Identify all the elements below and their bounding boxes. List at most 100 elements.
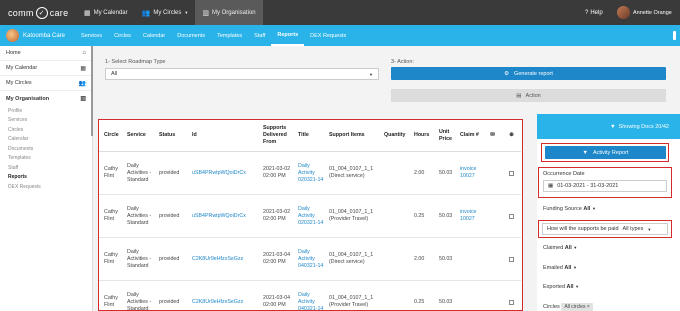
tab-reports[interactable]: Reports: [271, 25, 305, 46]
cell-id-link[interactable]: C2K8Ur9eHfzxSeGzz: [190, 238, 261, 280]
exported-label: Exported: [543, 284, 566, 290]
date-range-value: 01-03-2021 - 31-03-2021: [557, 183, 619, 189]
activity-report-button[interactable]: ▼ Activity Report: [545, 146, 666, 159]
cell-claim-link[interactable]: invoice 10027: [458, 195, 483, 237]
activity-report-label: Activity Report: [592, 149, 629, 156]
sidebar-sub-staff[interactable]: Staff: [0, 163, 92, 173]
column-header-circle[interactable]: Circle: [99, 120, 125, 151]
row-checkbox[interactable]: [509, 170, 514, 176]
claimed-filter[interactable]: Claimed All ▼: [543, 245, 577, 251]
gears-icon: ⚙: [504, 70, 510, 77]
user-name: Annette Orange: [633, 9, 672, 16]
tab-services[interactable]: Services: [75, 25, 108, 46]
sidebar-item-home[interactable]: Home ⌂: [0, 46, 92, 61]
cell-id-link[interactable]: uSB4PRwtpWQoiDrCx: [190, 152, 261, 194]
topnav-my-organisation[interactable]: ▥ My Organisation: [195, 0, 263, 25]
commcare-logo[interactable]: comm ✓ care: [8, 4, 68, 21]
cell-support-items: 01_004_0107_1_1 (Direct service): [329, 252, 374, 265]
sidebar-sub-templates[interactable]: Templates: [0, 154, 92, 164]
row-checkbox[interactable]: [509, 213, 514, 219]
top-bar: comm ✓ care ▦ My Calendar 👥 My Circles ▼…: [0, 0, 680, 25]
filter-icon: ▼: [610, 123, 616, 130]
cell-claim-link[interactable]: [458, 281, 483, 310]
tab-dex-requests[interactable]: DEX Requests: [304, 25, 352, 46]
showing-docs-text: Showing Docs 20/42: [618, 123, 669, 130]
topnav-my-circles[interactable]: 👥 My Circles ▼: [135, 0, 196, 25]
envelope-icon[interactable]: ✉: [483, 120, 502, 151]
user-menu[interactable]: Annette Orange: [617, 0, 672, 25]
exported-filter[interactable]: Exported All ▼: [543, 284, 579, 290]
column-header-hours[interactable]: Hours: [412, 120, 437, 151]
cell-title-link[interactable]: Daily Activity 020321-14: [296, 195, 327, 237]
help-label: Help: [590, 9, 603, 16]
cell-title-link[interactable]: Daily Activity 020321-14: [296, 152, 327, 194]
tab-templates[interactable]: Templates: [211, 25, 248, 46]
plus-circle-icon[interactable]: ⊕: [502, 120, 521, 151]
tab-calendar[interactable]: Calendar: [137, 25, 171, 46]
circles-chip[interactable]: All circles ×: [561, 303, 593, 311]
occurrence-date-input[interactable]: ▦ 01-03-2021 - 31-03-2021: [543, 180, 667, 192]
sidebar-sub-profile[interactable]: Profile: [0, 106, 92, 116]
column-header-claim[interactable]: Claim #: [458, 120, 483, 151]
column-header-status[interactable]: Status: [157, 120, 190, 151]
topnav-label: My Calendar: [93, 9, 128, 16]
column-header-quantity[interactable]: Quantity: [382, 120, 412, 151]
people-icon: 👥: [78, 80, 86, 87]
column-header-title[interactable]: Title: [296, 120, 327, 151]
caret-down-icon: ▼: [369, 71, 373, 77]
tab-documents[interactable]: Documents: [171, 25, 211, 46]
cell-id-link[interactable]: uSB4PRwtpWQoiDrCx: [190, 195, 261, 237]
avatar: [617, 6, 630, 19]
table-header: Circle Service Status Id Supports Delive…: [99, 120, 521, 152]
cell-from: 2021-03-02 02:00 PM: [263, 209, 291, 222]
sidebar-item-my-circles[interactable]: My Circles 👥: [0, 76, 92, 91]
exported-value: All: [566, 284, 574, 290]
cell-id-link[interactable]: C2K8Ur9eHfzxSeGzz: [190, 281, 261, 310]
caret-down-icon: ▼: [573, 245, 578, 250]
how-paid-select[interactable]: How will the supports be paid All types …: [542, 223, 668, 235]
sidebar-sub-dex-requests[interactable]: DEX Requests: [0, 182, 92, 192]
roadmap-type-select[interactable]: All ▼: [105, 68, 379, 80]
row-checkbox[interactable]: [509, 256, 514, 262]
column-header-unit-price[interactable]: Unit Price: [437, 120, 458, 151]
tab-staff[interactable]: Staff: [248, 25, 271, 46]
sidebar-item-my-organisation[interactable]: My Organisation ▥: [0, 91, 92, 106]
circles-filter[interactable]: Circles All circles ×: [543, 303, 593, 311]
cell-title-link[interactable]: Daily Activity 040321-14: [296, 238, 327, 280]
sidebar-item-my-calendar[interactable]: My Calendar ▦: [0, 61, 92, 76]
sidebar-sub-circles[interactable]: Circles: [0, 125, 92, 135]
cell-select: [502, 195, 521, 237]
emailed-filter[interactable]: Emailed All ▼: [543, 265, 577, 271]
home-icon: ⌂: [82, 50, 86, 56]
cell-circle: Cathy Flint: [104, 252, 118, 265]
org-name[interactable]: Katoomba Care: [23, 33, 65, 39]
building-icon: ▥: [202, 9, 209, 17]
sidebar-sub-reports[interactable]: Reports: [0, 173, 92, 183]
emailed-label: Emailed: [543, 265, 563, 271]
action-button[interactable]: ▤ Action: [391, 89, 666, 102]
funding-source-filter[interactable]: Funding Source All ▼: [543, 206, 596, 212]
topnav-label: My Organisation: [211, 9, 256, 16]
sidebar-item-label: My Circles: [6, 80, 32, 86]
menu-handle-icon[interactable]: [673, 31, 676, 40]
sidebar-sub-services[interactable]: Services: [0, 116, 92, 126]
column-header-supports-delivered-from[interactable]: Supports Delivered From: [261, 120, 296, 151]
column-header-support-items[interactable]: Support Items: [327, 120, 382, 151]
generate-report-label: Generate report: [514, 70, 553, 77]
showing-docs-bar[interactable]: ▼ Showing Docs 20/42: [537, 114, 680, 139]
help-link[interactable]: ? Help: [585, 0, 603, 25]
column-header-id[interactable]: Id: [190, 120, 261, 151]
column-header-service[interactable]: Service: [125, 120, 157, 151]
cell-hours: 2.00: [414, 255, 425, 262]
tab-circles[interactable]: Circles: [108, 25, 137, 46]
cell-hours: 0.25: [414, 212, 425, 219]
cell-claim-link[interactable]: [458, 238, 483, 280]
sidebar-sub-documents[interactable]: Documents: [0, 144, 92, 154]
cell-title-link[interactable]: Daily Activity 040321-14: [296, 281, 327, 311]
row-checkbox[interactable]: [509, 299, 514, 305]
cell-claim-link[interactable]: invoice 10027: [458, 152, 483, 194]
people-icon: 👥: [141, 9, 151, 17]
generate-report-button[interactable]: ⚙ Generate report: [391, 67, 666, 80]
sidebar-sub-calendar[interactable]: Calendar: [0, 135, 92, 145]
topnav-my-calendar[interactable]: ▦ My Calendar: [77, 0, 135, 25]
